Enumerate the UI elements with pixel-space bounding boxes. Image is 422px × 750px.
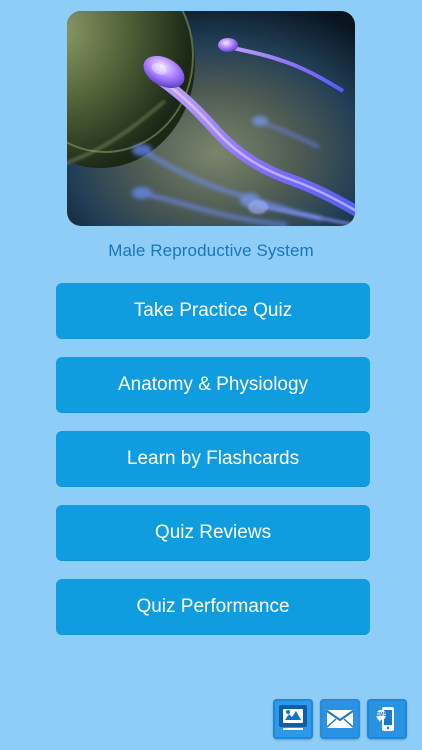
quiz-performance-button[interactable]: Quiz Performance [56,579,370,635]
take-practice-quiz-button[interactable]: Take Practice Quiz [56,283,370,339]
mail-button[interactable] [320,699,360,739]
quiz-reviews-button[interactable]: Quiz Reviews [56,505,370,561]
bottom-toolbar: SMS [270,699,410,739]
share-button[interactable] [273,699,313,739]
main-menu: Take Practice Quiz Anatomy & Physiology … [56,283,370,653]
share-icon [273,699,313,739]
sms-button[interactable]: SMS [367,699,407,739]
sms-phone-icon: SMS [367,699,407,739]
app-title: Male Reproductive System [108,241,314,260]
home-screen: Male Reproductive System Take Practice Q… [0,0,422,750]
mail-icon [320,699,360,739]
sms-label: SMS [376,712,388,718]
sperm-cell-illustration [67,11,355,226]
anatomy-physiology-button[interactable]: Anatomy & Physiology [56,357,370,413]
learn-by-flashcards-button[interactable]: Learn by Flashcards [56,431,370,487]
